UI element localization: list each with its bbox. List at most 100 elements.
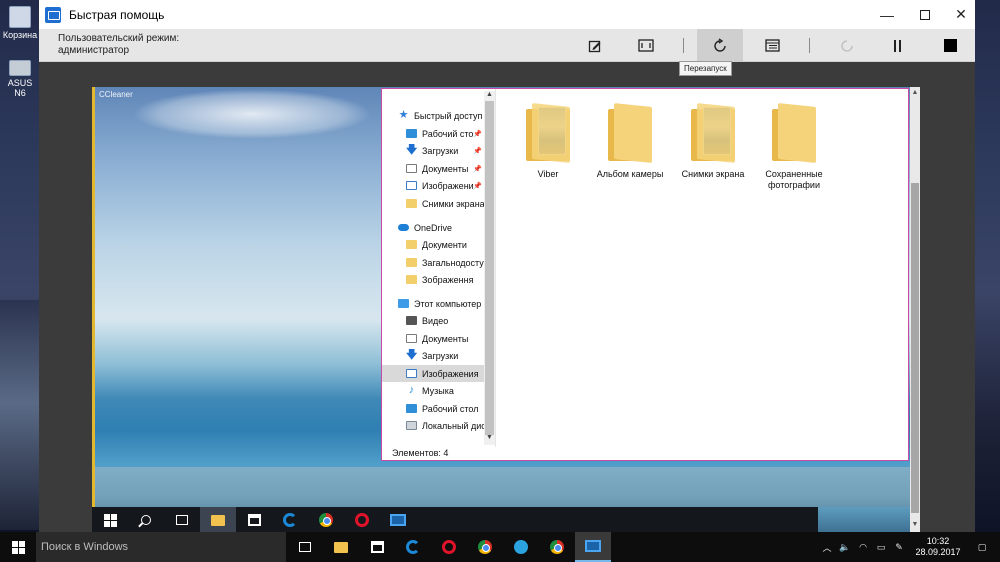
- folder-icon: [608, 103, 652, 163]
- remote-quick-assist-button[interactable]: [380, 507, 416, 533]
- pen-button[interactable]: ✎: [890, 532, 908, 562]
- star-icon: ★: [398, 109, 409, 121]
- task-manager-icon: [764, 39, 780, 52]
- taskbar-search-input[interactable]: Поиск в Windows: [36, 532, 286, 562]
- remote-start-button[interactable]: [92, 507, 128, 533]
- nav-item[interactable]: Документы 📌: [382, 160, 484, 177]
- quick-assist-icon: [585, 540, 601, 552]
- restart-button[interactable]: [697, 29, 743, 62]
- nav-item-label: Документы: [422, 333, 469, 344]
- remote-search-button[interactable]: [128, 507, 164, 533]
- nav-item[interactable]: Видео: [382, 312, 484, 329]
- folder-icon: [406, 240, 417, 249]
- title-bar[interactable]: Быстрая помощь — ✕: [39, 0, 975, 29]
- quick-assist-icon: [390, 514, 406, 526]
- scroll-down-icon[interactable]: ▼: [910, 521, 920, 528]
- taskbar-chrome-user-button[interactable]: [539, 532, 575, 562]
- taskbar-store-button[interactable]: [359, 532, 395, 562]
- input-indicator-button[interactable]: ▭: [872, 532, 890, 562]
- nav-item[interactable]: Зображення: [382, 271, 484, 288]
- remote-edge-button[interactable]: [272, 507, 308, 533]
- notifications-button[interactable]: ▢: [970, 532, 994, 562]
- nav-item-label: Быстрый доступ: [414, 110, 483, 121]
- nav-item[interactable]: ★ Быстрый доступ: [382, 107, 484, 124]
- taskbar-explorer-button[interactable]: [323, 532, 359, 562]
- folder-item-camera-roll[interactable]: Альбом камеры: [590, 103, 670, 180]
- scroll-up-icon[interactable]: ▲: [484, 91, 495, 98]
- start-button[interactable]: [0, 532, 36, 562]
- remote-task-view-button[interactable]: [164, 507, 200, 533]
- nav-item[interactable]: 🡇 Загрузки 📌: [382, 142, 484, 159]
- recycle-bin-desktop-icon[interactable]: Корзина: [2, 6, 38, 40]
- nav-item[interactable]: Этот компьютер: [382, 295, 484, 312]
- scroll-down-icon[interactable]: ▼: [484, 434, 495, 441]
- annotate-button[interactable]: [572, 29, 618, 62]
- nav-item[interactable]: Рабочий стол: [382, 400, 484, 417]
- clock-time: 10:32: [926, 536, 950, 546]
- taskbar-chrome-button[interactable]: [467, 532, 503, 562]
- restart-icon: [714, 37, 726, 52]
- taskbar-quick-assist-button[interactable]: [575, 532, 611, 562]
- minimize-button[interactable]: —: [872, 0, 902, 29]
- folder-item-saved-pictures[interactable]: Сохраненные фотографии: [754, 103, 834, 191]
- arrow-icon: 🡇: [406, 349, 418, 361]
- chrome-icon: [478, 540, 492, 554]
- taskbar-telegram-button[interactable]: [503, 532, 539, 562]
- volume-button[interactable]: 🔈: [836, 532, 854, 562]
- store-icon: [247, 514, 261, 526]
- file-explorer-icon: [334, 541, 348, 553]
- session-toolbar: Пользовательский режим: администратор: [39, 29, 975, 62]
- taskbar-clock[interactable]: 10:32 28.09.2017: [913, 536, 963, 558]
- remote-window-edge: [92, 87, 95, 507]
- maximize-button[interactable]: [910, 0, 940, 29]
- maximize-icon: [920, 9, 930, 20]
- close-button[interactable]: ✕: [946, 0, 976, 29]
- stop-button[interactable]: [927, 29, 973, 62]
- nav-item[interactable]: ♪ Музыка: [382, 382, 484, 399]
- nav-item[interactable]: 🡇 Загрузки: [382, 347, 484, 364]
- nav-item[interactable]: OneDrive: [382, 219, 484, 236]
- task-view-icon: [176, 515, 188, 525]
- nav-item[interactable]: Снимки экрана: [382, 195, 484, 212]
- nav-item[interactable]: Документи: [382, 236, 484, 253]
- nav-item[interactable]: Изображени 📌: [382, 177, 484, 194]
- scroll-up-icon[interactable]: ▲: [910, 89, 920, 96]
- taskbar-opera-button[interactable]: [431, 532, 467, 562]
- mode-line-1: Пользовательский режим:: [58, 33, 180, 44]
- clock-date: 28.09.2017: [915, 547, 961, 557]
- pause-button[interactable]: [875, 29, 921, 62]
- speaker-icon: 🔈: [839, 541, 851, 552]
- scrollbar-thumb[interactable]: [485, 101, 494, 435]
- network-button[interactable]: ◠: [854, 532, 872, 562]
- nav-item[interactable]: Изображения: [382, 365, 484, 382]
- folder-icon: [406, 199, 417, 208]
- edge-icon: [406, 540, 420, 554]
- reconnect-button[interactable]: [824, 29, 870, 62]
- scrollbar-thumb[interactable]: [911, 183, 919, 513]
- remote-explorer-button[interactable]: [200, 507, 236, 533]
- taskbar-edge-button[interactable]: [395, 532, 431, 562]
- show-hidden-icons-button[interactable]: ︿: [818, 532, 836, 562]
- task-manager-button[interactable]: [749, 29, 795, 62]
- folder-item-viber[interactable]: Viber: [508, 103, 588, 180]
- nav-scrollbar[interactable]: ▲ ▼: [484, 91, 495, 445]
- wallpaper-shore: [92, 467, 920, 507]
- nav-item[interactable]: Загальнодоступ: [382, 254, 484, 271]
- fit-screen-button[interactable]: [623, 29, 669, 62]
- folder-item-screenshots[interactable]: Снимки экрана: [673, 103, 753, 180]
- nav-item[interactable]: Документы: [382, 330, 484, 347]
- remote-chrome-button[interactable]: [308, 507, 344, 533]
- mode-line-2: администратор: [58, 45, 130, 56]
- remote-vertical-scrollbar[interactable]: ▲ ▼: [910, 87, 920, 533]
- folder-label: Сохраненные фотографии: [765, 169, 823, 190]
- asus-drive-desktop-icon[interactable]: ASUS N6: [2, 56, 38, 98]
- task-view-button[interactable]: [287, 532, 323, 562]
- taskbar: Поиск в Windows ︿ 🔈 ◠ ▭ ✎ 10:32 28.09.20…: [0, 532, 1000, 562]
- remote-store-button[interactable]: [236, 507, 272, 533]
- nav-item-label: Зображення: [422, 274, 474, 285]
- nav-item[interactable]: Рабочий сто 📌: [382, 125, 484, 142]
- windows-logo-icon: [103, 513, 117, 527]
- nav-item-label: OneDrive: [414, 222, 453, 233]
- nav-item[interactable]: Локальный дис: [382, 417, 484, 434]
- remote-opera-button[interactable]: [344, 507, 380, 533]
